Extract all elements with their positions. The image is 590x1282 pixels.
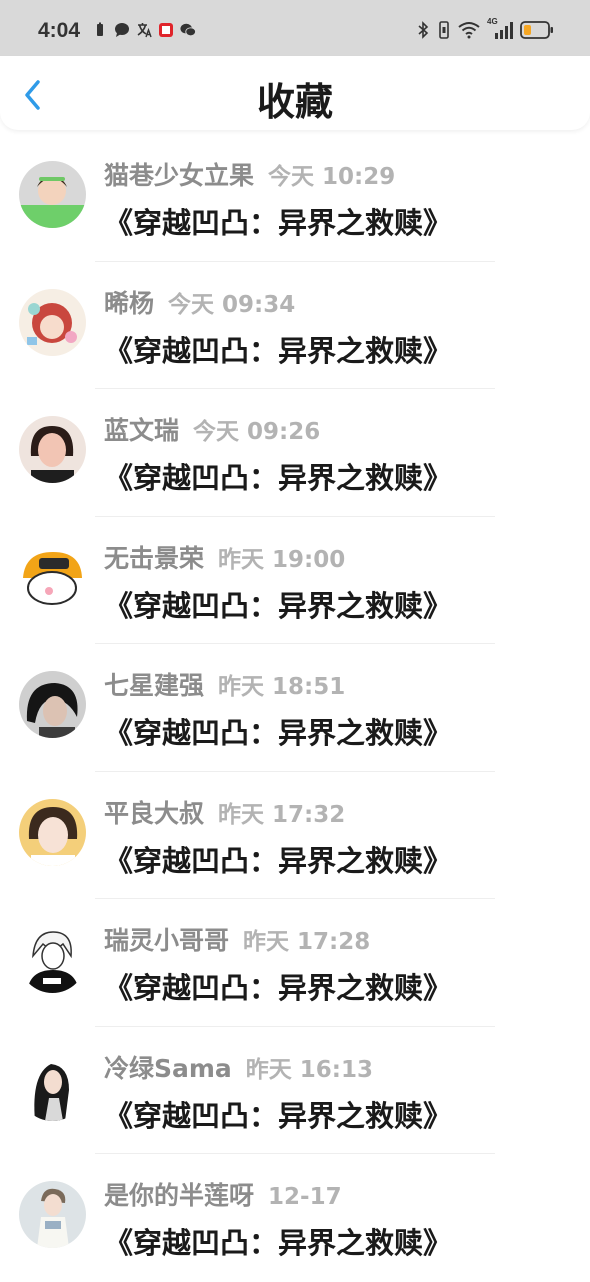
vibrate-icon — [439, 21, 449, 39]
status-left-icons — [92, 22, 196, 38]
username: 冷绿Sama — [104, 1053, 232, 1083]
list-item[interactable]: 猫巷少女立果 今天 10:29 《穿越凹凸：异界之救赎》 — [0, 134, 590, 262]
avatar[interactable] — [19, 543, 86, 611]
battery-small-icon — [97, 22, 103, 36]
list-item[interactable]: 瑞灵小哥哥 昨天 17:28 《穿越凹凸：异界之救赎》 — [0, 899, 590, 1027]
avatar[interactable] — [19, 416, 86, 483]
status-bar: 4:04 4G — [0, 0, 590, 56]
wechat-icon — [180, 23, 196, 37]
list-item[interactable]: 晞杨 今天 09:34 《穿越凹凸：异界之救赎》 — [0, 262, 590, 389]
timestamp: 12-17 — [268, 1184, 342, 1210]
item-meta: 蓝文瑞 今天 09:26 — [104, 411, 320, 447]
avatar[interactable] — [19, 288, 86, 356]
chat-bubble-icon — [115, 23, 129, 37]
avatar-cartoon-helmet — [19, 543, 86, 611]
avatar-boy-white — [19, 1181, 86, 1248]
item-meta: 冷绿Sama 昨天 16:13 — [104, 1049, 373, 1085]
avatar[interactable] — [19, 1053, 86, 1121]
item-title: 《穿越凹凸：异界之救赎》 — [104, 206, 453, 240]
avatar-woman — [19, 416, 86, 483]
list-item[interactable]: 七星建强 昨天 18:51 《穿越凹凸：异界之救赎》 — [0, 644, 590, 772]
status-time: 4:04 — [38, 19, 81, 42]
item-title: 《穿越凹凸：异界之救赎》 — [104, 843, 453, 878]
translate-icon — [137, 23, 152, 38]
item-title: 《穿越凹凸：异界之救赎》 — [104, 1226, 453, 1260]
red-app-icon — [159, 23, 173, 37]
bluetooth-icon — [418, 21, 429, 39]
list-item[interactable]: 无击景荣 昨天 19:00 《穿越凹凸：异界之救赎》 — [0, 517, 590, 644]
username: 猫巷少女立果 — [104, 161, 255, 190]
item-meta: 晞杨 今天 09:34 — [104, 284, 295, 320]
item-meta: 七星建强 昨天 18:51 — [104, 666, 345, 702]
nav-bar: 收藏 — [0, 56, 590, 130]
item-meta: 是你的半莲呀 12-17 — [104, 1176, 342, 1212]
status-right-icons: 4G — [416, 17, 554, 40]
item-title: 《穿越凹凸：异界之救赎》 — [104, 971, 453, 1005]
item-title: 《穿越凹凸：异界之救赎》 — [104, 716, 453, 750]
timestamp: 昨天 17:28 — [243, 929, 371, 955]
avatar-girl-green — [19, 161, 86, 228]
username: 晞杨 — [104, 288, 155, 318]
list-item[interactable]: 冷绿Sama 昨天 16:13 《穿越凹凸：异界之救赎》 — [0, 1027, 590, 1154]
item-meta: 瑞灵小哥哥 昨天 17:28 — [104, 921, 370, 957]
username: 七星建强 — [104, 671, 205, 700]
timestamp: 昨天 17:32 — [218, 801, 346, 828]
item-title: 《穿越凹凸：异界之救赎》 — [104, 461, 453, 495]
avatar[interactable] — [19, 671, 86, 738]
item-title: 《穿越凹凸：异界之救赎》 — [104, 588, 453, 623]
avatar-sketch-boy — [19, 926, 86, 993]
favorites-list: 猫巷少女立果 今天 10:29 《穿越凹凸：异界之救赎》 晞杨 今天 09:34 《… — [0, 134, 590, 1282]
item-title: 《穿越凹凸：异界之救赎》 — [104, 333, 453, 368]
avatar-anime-girl — [19, 288, 86, 356]
username: 瑞灵小哥哥 — [104, 926, 230, 955]
timestamp: 昨天 18:51 — [218, 674, 346, 700]
timestamp: 昨天 16:13 — [245, 1056, 374, 1083]
timestamp: 今天 10:29 — [268, 164, 396, 190]
timestamp: 今天 09:34 — [168, 291, 296, 318]
list-item[interactable]: 平良大叔 昨天 17:32 《穿越凹凸：异界之救赎》 — [0, 772, 590, 899]
avatar-selfie — [19, 798, 86, 866]
page-title: 收藏 — [256, 80, 333, 124]
timestamp: 今天 09:26 — [193, 419, 321, 445]
wifi-icon — [458, 22, 480, 39]
avatar[interactable] — [19, 926, 86, 993]
avatar[interactable] — [19, 1181, 86, 1248]
username: 平良大叔 — [104, 798, 205, 828]
avatar-longhair-man — [19, 1053, 86, 1121]
avatar[interactable] — [19, 161, 86, 228]
item-meta: 猫巷少女立果 今天 10:29 — [104, 156, 395, 192]
list-item[interactable]: 是你的半莲呀 12-17 《穿越凹凸：异界之救赎》 — [0, 1154, 590, 1282]
avatar[interactable] — [19, 798, 86, 866]
username: 是你的半莲呀 — [104, 1181, 255, 1210]
item-meta: 无击景荣 昨天 19:00 — [104, 539, 345, 575]
battery-low-icon — [520, 21, 553, 39]
username: 蓝文瑞 — [104, 416, 180, 445]
signal-4g-icon: 4G — [487, 17, 513, 40]
timestamp: 昨天 19:00 — [218, 546, 346, 573]
item-meta: 平良大叔 昨天 17:32 — [104, 794, 345, 830]
item-title: 《穿越凹凸：异界之救赎》 — [104, 1098, 453, 1133]
avatar-dark-hair — [19, 671, 86, 738]
list-item[interactable]: 蓝文瑞 今天 09:26 《穿越凹凸：异界之救赎》 — [0, 389, 590, 517]
username: 无击景荣 — [104, 543, 205, 573]
